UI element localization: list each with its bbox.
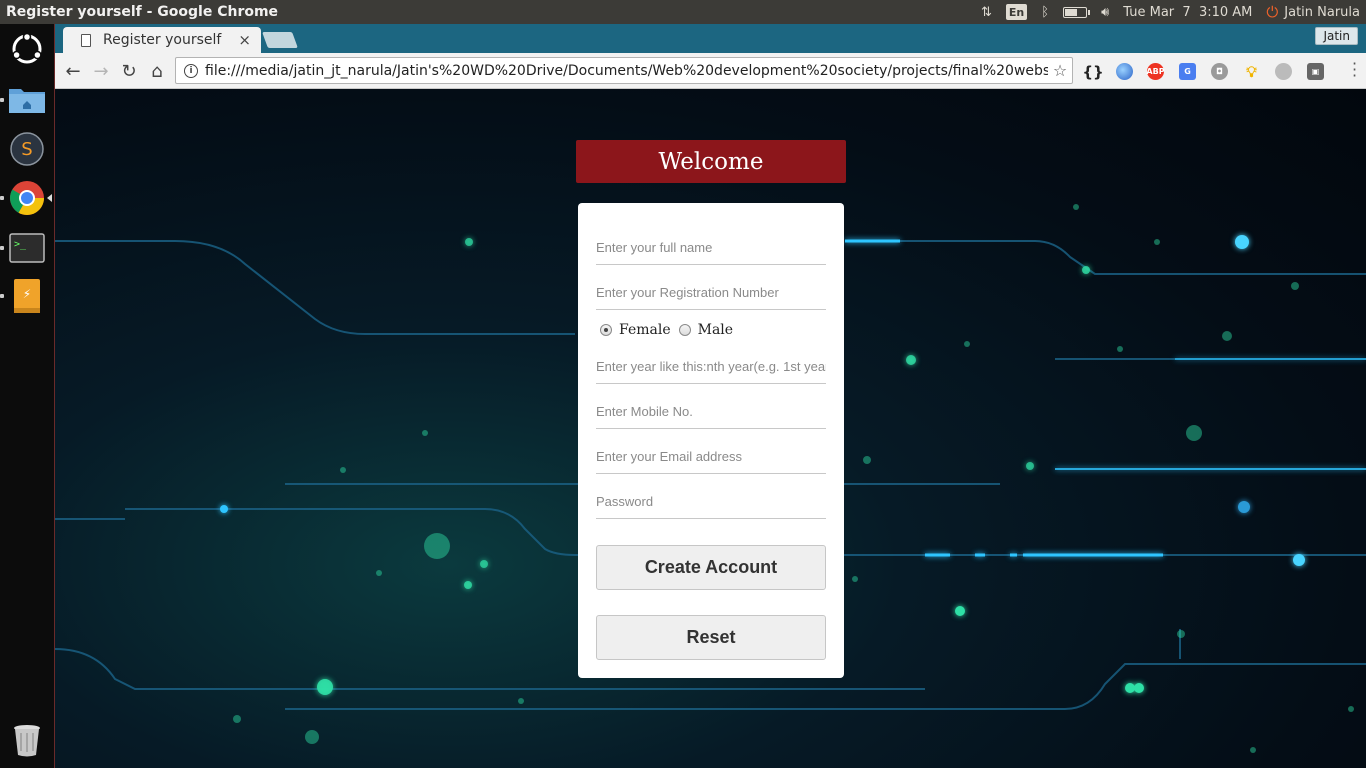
gender-radio-group: Female Male <box>600 322 733 338</box>
new-tab-button[interactable] <box>262 32 298 48</box>
json-viewer-icon[interactable]: {} <box>1082 63 1103 81</box>
chrome-menu-icon[interactable]: · · · <box>1352 56 1357 84</box>
profile-button[interactable]: Jatin <box>1315 27 1358 45</box>
url-text: file:///media/jatin_jt_narula/Jatin's%20… <box>205 62 1048 79</box>
ghostery-icon[interactable]: ◘ <box>1211 63 1228 80</box>
create-account-button[interactable]: Create Account <box>596 545 826 590</box>
home-icon[interactable]: ⌂ <box>146 60 168 82</box>
unity-launcher: S >_ ⚡ <box>0 24 55 768</box>
svg-text:⚡: ⚡ <box>23 287 31 301</box>
full-name-field[interactable] <box>596 223 826 265</box>
clock[interactable]: Tue Mar 7 3:10 AM <box>1123 0 1252 24</box>
google-translate-icon[interactable]: G <box>1179 63 1196 80</box>
volume-icon[interactable]: 🔊︎ <box>1101 0 1109 24</box>
female-label: Female <box>619 322 671 338</box>
reset-button[interactable]: Reset <box>596 615 826 660</box>
browser-window: Register yourself × Jatin ← → ↻ ⌂ i file… <box>55 24 1366 768</box>
tab-register-yourself[interactable]: Register yourself × <box>63 27 261 53</box>
document-icon <box>81 33 91 47</box>
svg-text:S: S <box>21 139 32 160</box>
adblock-plus-icon[interactable]: ABP <box>1146 63 1165 80</box>
session-menu[interactable]: ⏻ Jatin Narula <box>1266 0 1360 24</box>
page-content: Welcome Female Male Create Account Reset <box>55 89 1366 768</box>
trash-icon[interactable] <box>8 721 46 759</box>
sublime-text-icon[interactable]: S <box>8 130 46 168</box>
page-info-icon[interactable]: i <box>184 63 198 78</box>
forward-icon[interactable]: → <box>90 60 112 82</box>
system-top-panel: Register yourself - Google Chrome ⇅ En ᛒ… <box>0 0 1366 24</box>
male-radio[interactable] <box>678 324 691 336</box>
browser-toolbar: ← → ↻ ⌂ i file:///media/jatin_jt_narula/… <box>55 53 1366 89</box>
year-field[interactable] <box>596 342 826 384</box>
tab-title: Register yourself <box>103 32 222 48</box>
tab-strip: Register yourself × Jatin <box>55 24 1366 53</box>
lightbulb-icon[interactable]: 💡︎ <box>1243 63 1260 81</box>
address-bar[interactable]: i file:///media/jatin_jt_narula/Jatin's%… <box>175 57 1073 84</box>
bluetooth-icon[interactable]: ᛒ <box>1041 0 1049 24</box>
terminal-icon[interactable]: >_ <box>8 229 46 267</box>
window-icon[interactable]: ▣ <box>1307 63 1324 80</box>
usb-drive-icon[interactable]: ⚡ <box>8 277 46 315</box>
chrome-icon[interactable] <box>8 179 46 217</box>
bookmark-star-icon[interactable]: ☆ <box>1048 61 1072 80</box>
indicator-area: ⇅ En ᛒ 🔊︎ Tue Mar 7 3:10 AM ⏻ Jatin Naru… <box>967 0 1366 24</box>
mobile-field[interactable] <box>596 387 826 429</box>
reload-icon[interactable]: ↻ <box>118 60 140 82</box>
keyboard-layout-indicator[interactable]: En <box>1005 4 1028 20</box>
power-icon: ⏻ <box>1266 3 1279 21</box>
files-icon[interactable] <box>8 80 46 118</box>
webrtc-icon[interactable] <box>1275 63 1292 80</box>
welcome-banner: Welcome <box>576 140 846 183</box>
female-radio[interactable] <box>600 324 612 336</box>
male-label: Male <box>697 322 734 338</box>
network-icon[interactable]: ⇅ <box>981 0 992 24</box>
globe-icon[interactable] <box>1116 63 1133 80</box>
ubuntu-dash-icon[interactable] <box>8 30 46 68</box>
email-field[interactable] <box>596 432 826 474</box>
battery-icon[interactable] <box>1063 0 1091 24</box>
registration-form: Female Male Create Account Reset <box>578 203 844 678</box>
tab-close-icon[interactable]: × <box>238 31 251 49</box>
window-title: Register yourself - Google Chrome <box>6 4 279 20</box>
user-name: Jatin Narula <box>1284 4 1360 20</box>
back-icon[interactable]: ← <box>62 60 84 82</box>
registration-number-field[interactable] <box>596 268 826 310</box>
password-field[interactable] <box>596 477 826 519</box>
svg-text:>_: >_ <box>14 239 27 250</box>
